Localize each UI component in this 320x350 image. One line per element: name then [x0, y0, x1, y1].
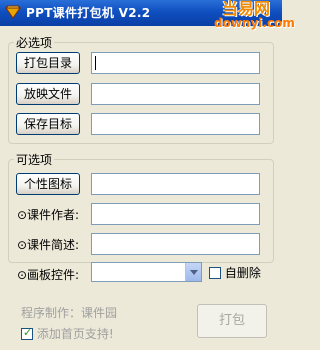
auto-delete-label: 自删除: [224, 266, 261, 280]
plugin-label: ⊙画板控件:: [17, 268, 80, 282]
save-target-field[interactable]: [91, 113, 260, 135]
homepage-support-checkbox[interactable]: [21, 326, 33, 340]
credit-text: 程序制作：课件园: [21, 306, 118, 320]
plugin-dropdown[interactable]: [91, 262, 202, 282]
site-watermark: 当易网 downyi.com: [214, 0, 295, 32]
slideshow-file-button[interactable]: 放映文件: [16, 83, 80, 105]
pack-directory-field[interactable]: [91, 52, 260, 74]
optional-options-title: 可选项: [16, 153, 53, 167]
homepage-support-label: 添加首页支持!: [36, 327, 114, 341]
app-icon: [5, 5, 21, 19]
custom-icon-field[interactable]: [91, 173, 260, 195]
required-options-title: 必选项: [16, 36, 53, 50]
text-caret: [95, 56, 96, 70]
window-title: PPT课件打包机 V2.2: [26, 6, 151, 20]
author-field[interactable]: [91, 203, 260, 225]
auto-delete-checkbox[interactable]: [209, 267, 221, 279]
auto-delete-option[interactable]: 自删除: [209, 264, 261, 281]
summary-label: ⊙课件简述:: [17, 238, 80, 252]
save-target-button[interactable]: 保存目标: [16, 113, 80, 135]
summary-field[interactable]: [91, 233, 260, 255]
slideshow-file-field[interactable]: [91, 83, 260, 105]
chevron-down-icon[interactable]: [185, 263, 201, 281]
homepage-support-option[interactable]: 添加首页支持!: [21, 325, 114, 342]
watermark-name: 当易网: [221, 0, 270, 18]
custom-icon-button[interactable]: 个性图标: [16, 173, 80, 195]
watermark-url: downyi.com: [214, 16, 295, 30]
pack-button[interactable]: 打包: [197, 304, 267, 338]
author-label: ⊙课件作者:: [17, 208, 80, 222]
title-bar[interactable]: PPT课件打包机 V2.2 当易网 downyi.com: [0, 0, 295, 29]
pack-directory-button[interactable]: 打包目录: [16, 52, 80, 74]
